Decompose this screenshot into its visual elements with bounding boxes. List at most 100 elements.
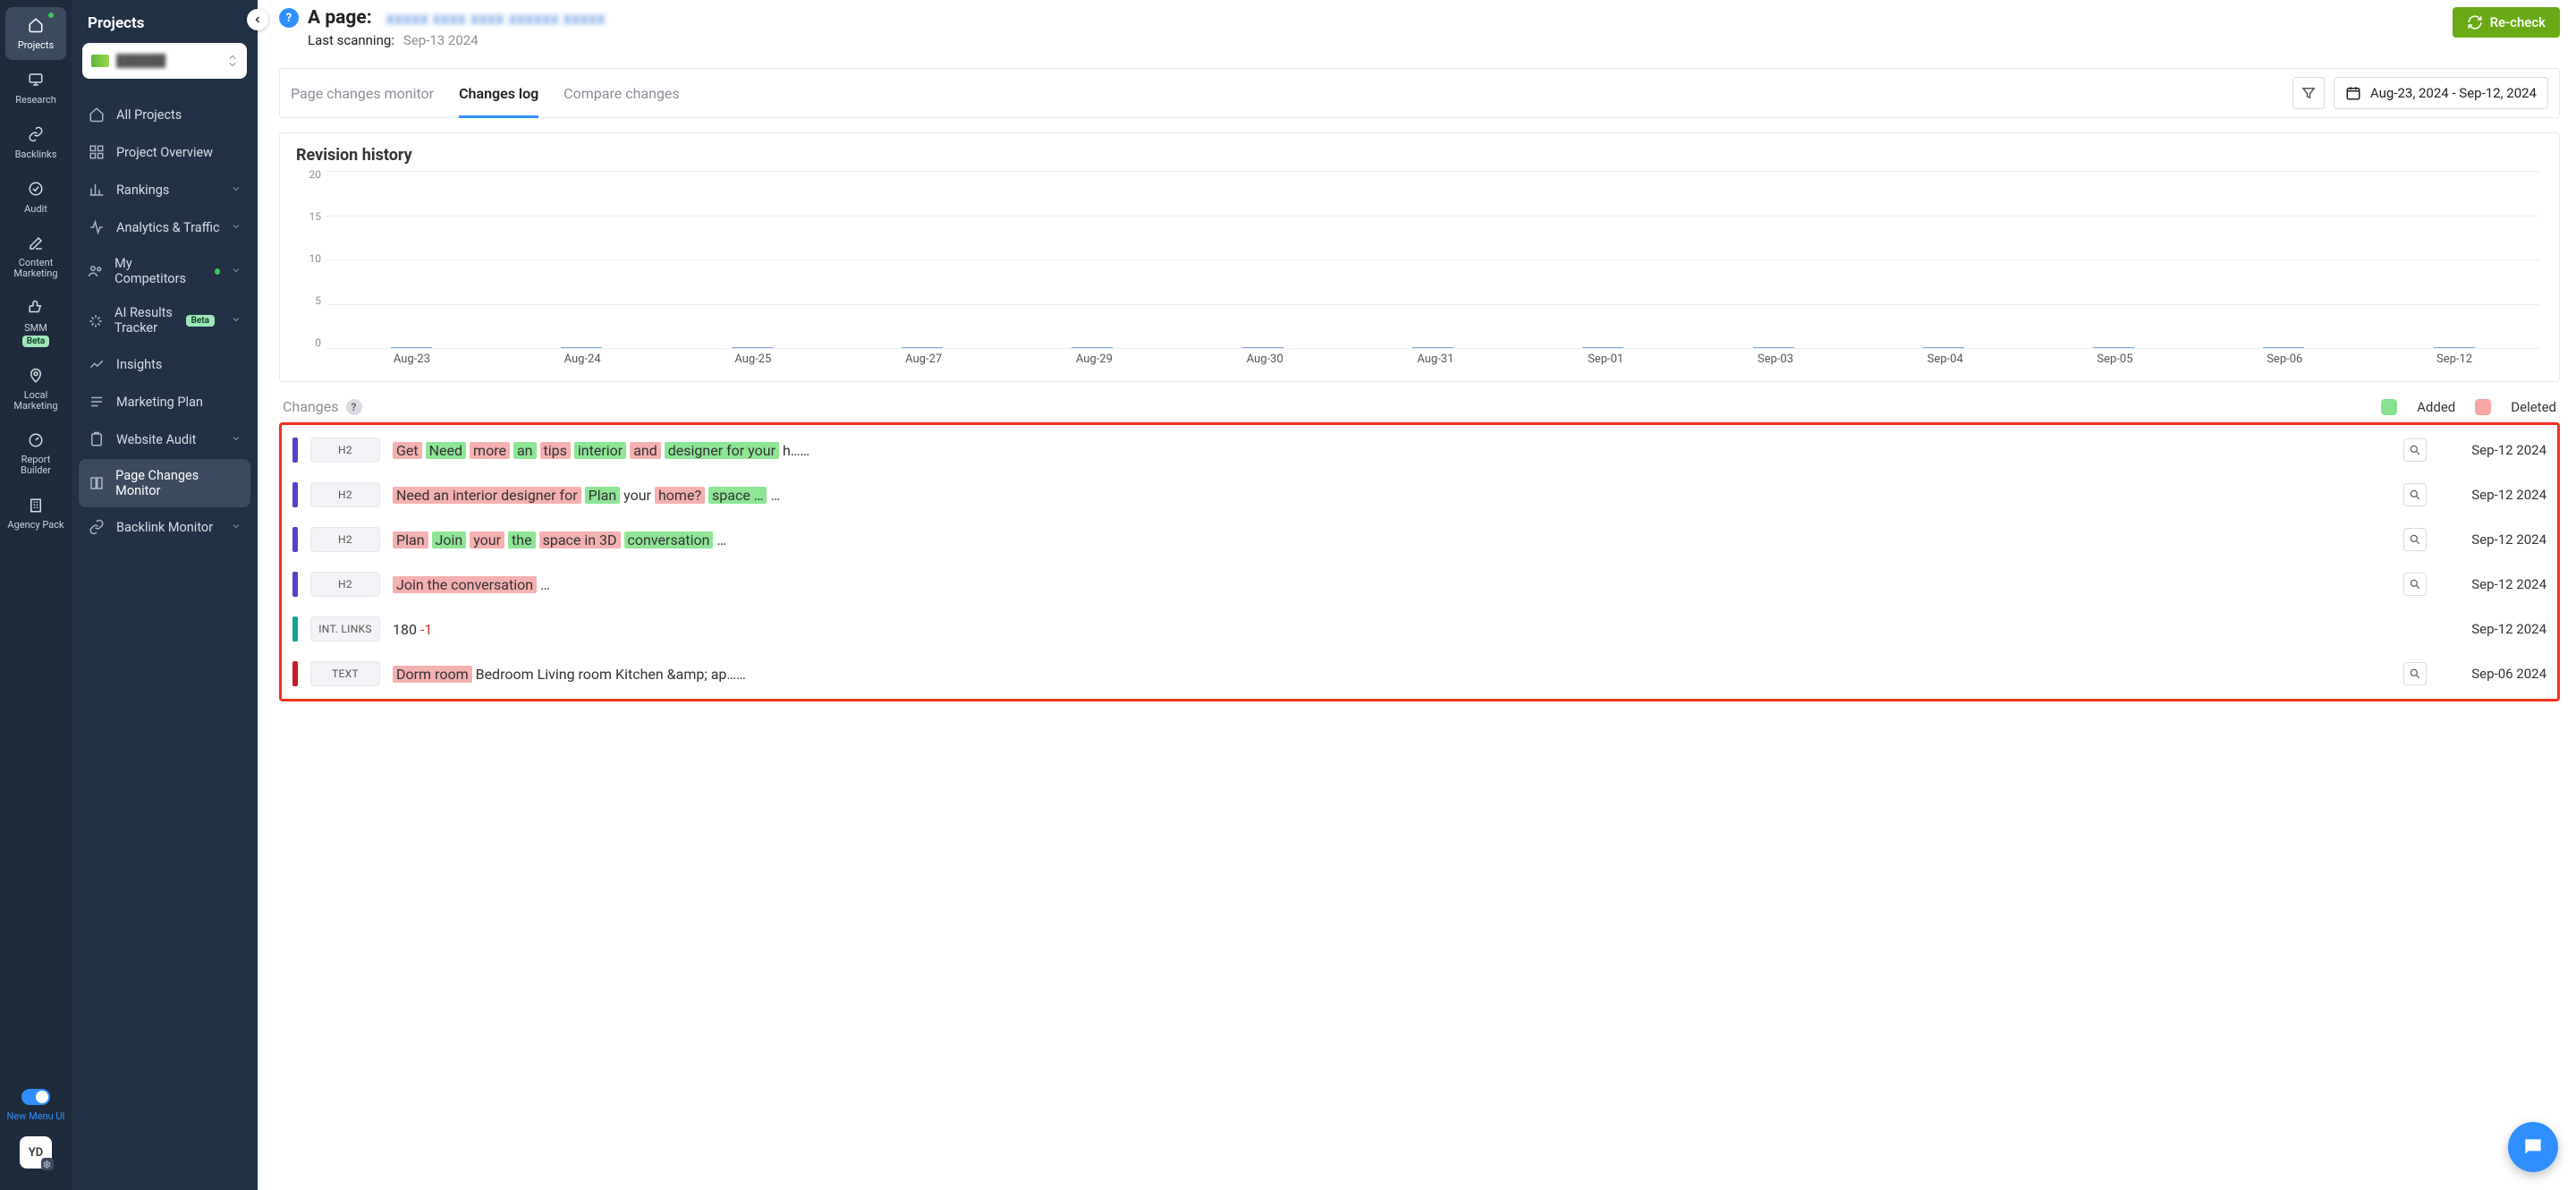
- change-row: INT. LINKS180 -1Sep-12 2024: [289, 609, 2550, 654]
- sidebar-item-analytics[interactable]: Analytics & Traffic: [79, 209, 250, 245]
- tab-compare-changes[interactable]: Compare changes: [564, 69, 679, 117]
- rail-label: Content Marketing: [5, 258, 66, 279]
- rail-item-backlinks[interactable]: Backlinks: [5, 116, 66, 169]
- list-icon: [88, 393, 106, 411]
- chart-x-label: Aug-23: [394, 353, 430, 374]
- sidebar-item-label: Website Audit: [116, 432, 196, 447]
- changes-header: Changes ? Added Deleted: [279, 398, 2560, 415]
- legend-added-label: Added: [2417, 399, 2455, 415]
- revision-chart: 20151050 Aug-23Aug-24Aug-25Aug-27Aug-29A…: [316, 168, 2543, 374]
- sidebar-item-label: Backlink Monitor: [116, 520, 213, 535]
- rail-item-projects[interactable]: Projects: [5, 7, 66, 60]
- link-icon: [88, 518, 106, 536]
- sidebar-item-label: My Competitors: [114, 256, 198, 286]
- search-icon: [2409, 533, 2421, 546]
- users-icon: [88, 262, 104, 280]
- filter-button[interactable]: [2292, 77, 2325, 109]
- calendar-icon: [2345, 85, 2361, 101]
- tabs-bar: Page changes monitor Changes log Compare…: [279, 68, 2560, 118]
- edit-icon: [25, 233, 47, 254]
- refresh-icon: [2467, 14, 2483, 30]
- change-search-button[interactable]: [2403, 662, 2427, 685]
- chart-x-label: Sep-03: [1758, 353, 1793, 374]
- rail-item-report[interactable]: Report Builder: [5, 422, 66, 485]
- sidebar-item-page-changes[interactable]: Page Changes Monitor: [79, 459, 250, 507]
- sidebar-item-competitors[interactable]: My Competitors: [79, 247, 250, 295]
- sidebar-item-insights[interactable]: Insights: [79, 346, 250, 382]
- project-name-masked: ██████: [116, 54, 165, 68]
- trend-icon: [88, 355, 106, 373]
- change-stripe: [292, 616, 298, 642]
- info-badge[interactable]: ?: [279, 8, 299, 28]
- change-search-button[interactable]: [2403, 438, 2427, 462]
- sidebar-item-ai-results[interactable]: AI Results Tracker Beta: [79, 297, 250, 344]
- sidebar-item-label: Page Changes Monitor: [115, 468, 242, 498]
- help-icon[interactable]: ?: [346, 399, 362, 415]
- changes-label: Changes: [283, 398, 339, 415]
- chart-x-label: Aug-30: [1247, 353, 1284, 374]
- sidebar-item-marketing-plan[interactable]: Marketing Plan: [79, 384, 250, 420]
- sidebar-item-website-audit[interactable]: Website Audit: [79, 421, 250, 457]
- chevron-down-icon: [231, 520, 242, 535]
- chart-x-label: Aug-25: [734, 353, 771, 374]
- sidebar-item-rankings[interactable]: Rankings: [79, 172, 250, 208]
- check-circle-icon: [25, 178, 47, 200]
- rail-item-smm[interactable]: SMM Beta: [5, 290, 66, 356]
- gauge-icon: [25, 429, 47, 451]
- status-dot: [215, 268, 220, 275]
- chart-x-label: Sep-12: [2436, 353, 2472, 374]
- sidebar-item-overview[interactable]: Project Overview: [79, 134, 250, 170]
- chat-fab[interactable]: [2508, 1122, 2558, 1172]
- rail-item-audit[interactable]: Audit: [5, 171, 66, 224]
- tab-page-changes-monitor[interactable]: Page changes monitor: [291, 69, 434, 117]
- recheck-button[interactable]: Re-check: [2453, 7, 2560, 38]
- change-row: H2Need an interior designer forPlanyourh…: [289, 475, 2550, 520]
- rail-item-local[interactable]: Local Marketing: [5, 358, 66, 421]
- change-date: Sep-12 2024: [2439, 487, 2546, 503]
- date-range-picker[interactable]: Aug-23, 2024 - Sep-12, 2024: [2334, 77, 2548, 109]
- rail-item-agency[interactable]: Agency Pack: [5, 488, 66, 540]
- change-row: H2PlanJoinyourthespace in 3Dconversation…: [289, 520, 2550, 565]
- chart-x-label: Sep-05: [2097, 353, 2132, 374]
- rail-item-research[interactable]: Research: [5, 62, 66, 115]
- beta-badge: Beta: [186, 315, 215, 327]
- change-search-button[interactable]: [2403, 528, 2427, 551]
- chart-x-label: Aug-27: [905, 353, 942, 374]
- sidebar-item-backlink-monitor[interactable]: Backlink Monitor: [79, 509, 250, 545]
- chevron-down-icon: [231, 264, 242, 279]
- project-switcher[interactable]: ██████: [82, 43, 247, 79]
- new-menu-toggle[interactable]: [21, 1089, 50, 1105]
- change-kind-chip: TEXT: [310, 661, 380, 686]
- new-menu-toggle-group: New Menu UI YD: [6, 1089, 64, 1190]
- sidebar-item-all-projects[interactable]: All Projects: [79, 97, 250, 132]
- sidebar-item-label: Rankings: [116, 183, 169, 198]
- chart-x-label: Sep-01: [1588, 353, 1623, 374]
- user-avatar[interactable]: YD: [20, 1136, 52, 1169]
- secondary-sidebar: Projects ██████ All Projects Project Ove…: [72, 0, 258, 1190]
- change-stripe: [292, 527, 298, 552]
- change-row: H2GetNeedmoreantipsinterioranddesigner f…: [289, 430, 2550, 475]
- search-icon: [2409, 444, 2421, 456]
- rail-label: Report Builder: [5, 455, 66, 476]
- rail-label: Agency Pack: [7, 520, 64, 531]
- tab-changes-log[interactable]: Changes log: [459, 69, 538, 117]
- clipboard-icon: [88, 430, 106, 448]
- search-icon: [2409, 578, 2421, 591]
- chevron-down-icon: [231, 183, 242, 198]
- change-search-button[interactable]: [2403, 483, 2427, 506]
- revision-history-card: Revision history 20151050 Aug-23Aug-24Au…: [279, 132, 2560, 382]
- rail-item-content[interactable]: Content Marketing: [5, 225, 66, 288]
- search-icon: [2409, 489, 2421, 501]
- change-stripe: [292, 482, 298, 507]
- change-search-button[interactable]: [2403, 573, 2427, 596]
- changes-legend: Added Deleted: [2381, 399, 2556, 415]
- page-title: A page:: [308, 7, 372, 29]
- rail-label: Research: [15, 94, 56, 106]
- home-icon: [25, 14, 47, 36]
- monitor-icon: [25, 69, 47, 90]
- sidebar-item-label: All Projects: [116, 107, 182, 123]
- chevron-down-icon: [231, 220, 242, 235]
- scan-label: Last scanning:: [308, 32, 394, 48]
- rail-label: SMM: [24, 322, 47, 334]
- change-content: 180 -1: [393, 621, 2391, 638]
